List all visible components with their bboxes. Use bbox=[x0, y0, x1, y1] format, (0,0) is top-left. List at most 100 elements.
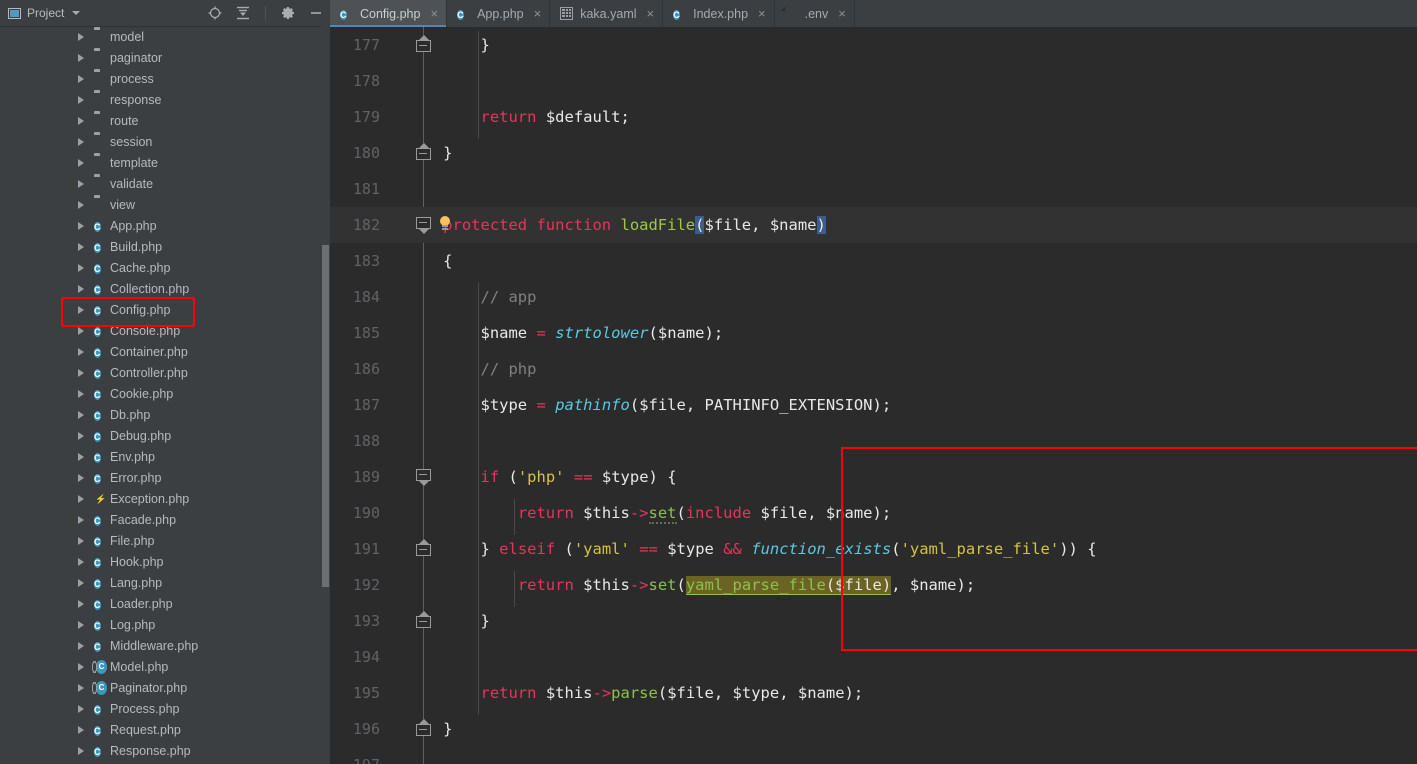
expand-arrow-icon[interactable] bbox=[78, 431, 84, 440]
code-line[interactable]: 196 } bbox=[330, 711, 1417, 747]
expand-arrow-icon[interactable] bbox=[78, 305, 84, 314]
code-line[interactable]: 192 return $this->set(yaml_parse_file($f… bbox=[330, 567, 1417, 603]
code-line[interactable]: 195 return $this->parse($file, $type, $n… bbox=[330, 675, 1417, 711]
tree-item-process-php[interactable]: C Process.php bbox=[0, 698, 330, 719]
editor-tab-index-php[interactable]: C Index.php × bbox=[663, 0, 775, 27]
expand-arrow-icon[interactable] bbox=[78, 746, 84, 755]
code-line[interactable]: 185 $name = strtolower($name); bbox=[330, 315, 1417, 351]
expand-arrow-icon[interactable] bbox=[78, 452, 84, 461]
expand-arrow-icon[interactable] bbox=[78, 704, 84, 713]
tree-item-route[interactable]: route bbox=[0, 110, 330, 131]
fold-toggle-icon[interactable] bbox=[416, 611, 431, 628]
tree-item-middleware-php[interactable]: C Middleware.php bbox=[0, 635, 330, 656]
code-line[interactable]: 177 } bbox=[330, 27, 1417, 63]
code-line[interactable]: 180 } bbox=[330, 135, 1417, 171]
expand-arrow-icon[interactable] bbox=[78, 515, 84, 524]
expand-arrow-icon[interactable] bbox=[78, 116, 84, 125]
tree-item-response-php[interactable]: C Response.php bbox=[0, 740, 330, 761]
editor-tab-dotenv[interactable]: .env × bbox=[774, 0, 855, 27]
code-editor[interactable]: 177 } 178 179 return $default; 180 } 181 182 … bbox=[330, 27, 1417, 764]
tree-item-view[interactable]: view bbox=[0, 194, 330, 215]
expand-arrow-icon[interactable] bbox=[78, 53, 84, 62]
code-line[interactable]: 197 bbox=[330, 747, 1417, 764]
tree-item-debug-php[interactable]: C Debug.php bbox=[0, 425, 330, 446]
tree-item-controller-php[interactable]: C Controller.php bbox=[0, 362, 330, 383]
collapse-all-icon[interactable] bbox=[235, 5, 251, 21]
fold-toggle-icon[interactable] bbox=[416, 719, 431, 736]
project-scrollbar-thumb[interactable] bbox=[322, 245, 329, 587]
expand-arrow-icon[interactable] bbox=[78, 158, 84, 167]
tree-item-error-php[interactable]: C Error.php bbox=[0, 467, 330, 488]
tree-item-cache-php[interactable]: C Cache.php bbox=[0, 257, 330, 278]
expand-arrow-icon[interactable] bbox=[78, 389, 84, 398]
expand-arrow-icon[interactable] bbox=[78, 284, 84, 293]
tree-item-hook-php[interactable]: C Hook.php bbox=[0, 551, 330, 572]
settings-gear-icon[interactable] bbox=[280, 5, 296, 21]
expand-arrow-icon[interactable] bbox=[78, 473, 84, 482]
code-line[interactable]: 186 // php bbox=[330, 351, 1417, 387]
tree-item-request-php[interactable]: C Request.php bbox=[0, 719, 330, 740]
tree-item-app-php[interactable]: C App.php bbox=[0, 215, 330, 236]
tree-item-console-php[interactable]: C Console.php bbox=[0, 320, 330, 341]
tree-item-cookie-php[interactable]: C Cookie.php bbox=[0, 383, 330, 404]
expand-arrow-icon[interactable] bbox=[78, 578, 84, 587]
expand-arrow-icon[interactable] bbox=[78, 32, 84, 41]
tree-item-config-php[interactable]: C Config.php bbox=[0, 299, 330, 320]
expand-arrow-icon[interactable] bbox=[78, 263, 84, 272]
code-line[interactable]: 191 } elseif ('yaml' == $type && functio… bbox=[330, 531, 1417, 567]
expand-arrow-icon[interactable] bbox=[78, 95, 84, 104]
expand-arrow-icon[interactable] bbox=[78, 347, 84, 356]
tree-item-exception-php[interactable]: Exception.php bbox=[0, 488, 330, 509]
expand-arrow-icon[interactable] bbox=[78, 74, 84, 83]
project-tool-button[interactable]: Project bbox=[0, 6, 81, 20]
code-line[interactable]: 193 } bbox=[330, 603, 1417, 639]
tree-item-log-php[interactable]: C Log.php bbox=[0, 614, 330, 635]
expand-arrow-icon[interactable] bbox=[78, 557, 84, 566]
tree-item-model-php[interactable]: C Model.php bbox=[0, 656, 330, 677]
code-line[interactable]: 188 bbox=[330, 423, 1417, 459]
expand-arrow-icon[interactable] bbox=[78, 599, 84, 608]
editor-tab-app-php[interactable]: C App.php × bbox=[447, 0, 551, 27]
expand-arrow-icon[interactable] bbox=[78, 326, 84, 335]
tree-item-env-php[interactable]: C Env.php bbox=[0, 446, 330, 467]
tree-item-template[interactable]: template bbox=[0, 152, 330, 173]
tree-item-model[interactable]: model bbox=[0, 26, 330, 47]
code-line[interactable]: 182 protected function loadFile($file, $… bbox=[330, 207, 1417, 243]
chevron-down-icon[interactable] bbox=[72, 11, 81, 15]
code-line[interactable]: 190 return $this->set(include $file, $na… bbox=[330, 495, 1417, 531]
expand-arrow-icon[interactable] bbox=[78, 410, 84, 419]
project-scrollbar[interactable] bbox=[321, 26, 330, 764]
tree-item-db-php[interactable]: C Db.php bbox=[0, 404, 330, 425]
expand-arrow-icon[interactable] bbox=[78, 536, 84, 545]
code-line[interactable]: 181 bbox=[330, 171, 1417, 207]
code-line[interactable]: 187 $type = pathinfo($file, PATHINFO_EXT… bbox=[330, 387, 1417, 423]
code-line[interactable]: 179 return $default; bbox=[330, 99, 1417, 135]
tree-item-collection-php[interactable]: C Collection.php bbox=[0, 278, 330, 299]
tree-item-file-php[interactable]: C File.php bbox=[0, 530, 330, 551]
code-line[interactable]: 183 { bbox=[330, 243, 1417, 279]
tree-item-paginator-php[interactable]: C Paginator.php bbox=[0, 677, 330, 698]
fold-toggle-icon[interactable] bbox=[416, 469, 431, 486]
expand-arrow-icon[interactable] bbox=[78, 368, 84, 377]
editor-tab-config-php[interactable]: C Config.php × bbox=[330, 0, 448, 27]
expand-arrow-icon[interactable] bbox=[78, 662, 84, 671]
tree-item-paginator[interactable]: paginator bbox=[0, 47, 330, 68]
code-line[interactable]: 178 bbox=[330, 63, 1417, 99]
tree-item-lang-php[interactable]: C Lang.php bbox=[0, 572, 330, 593]
expand-arrow-icon[interactable] bbox=[78, 242, 84, 251]
code-line[interactable]: 194 bbox=[330, 639, 1417, 675]
expand-arrow-icon[interactable] bbox=[78, 494, 84, 503]
tree-item-response[interactable]: response bbox=[0, 89, 330, 110]
tree-item-session[interactable]: session bbox=[0, 131, 330, 152]
expand-arrow-icon[interactable] bbox=[78, 620, 84, 629]
intention-bulb-icon[interactable] bbox=[438, 216, 452, 234]
close-icon[interactable]: × bbox=[534, 7, 542, 20]
hide-panel-icon[interactable] bbox=[308, 5, 324, 21]
code-line[interactable]: 184 // app bbox=[330, 279, 1417, 315]
tree-item-facade-php[interactable]: C Facade.php bbox=[0, 509, 330, 530]
close-icon[interactable]: × bbox=[647, 7, 655, 20]
project-file-tree[interactable]: model paginator process response route sessio… bbox=[0, 26, 330, 764]
code-line[interactable]: 189 if ('php' == $type) { bbox=[330, 459, 1417, 495]
close-icon[interactable]: × bbox=[838, 7, 846, 20]
expand-arrow-icon[interactable] bbox=[78, 179, 84, 188]
